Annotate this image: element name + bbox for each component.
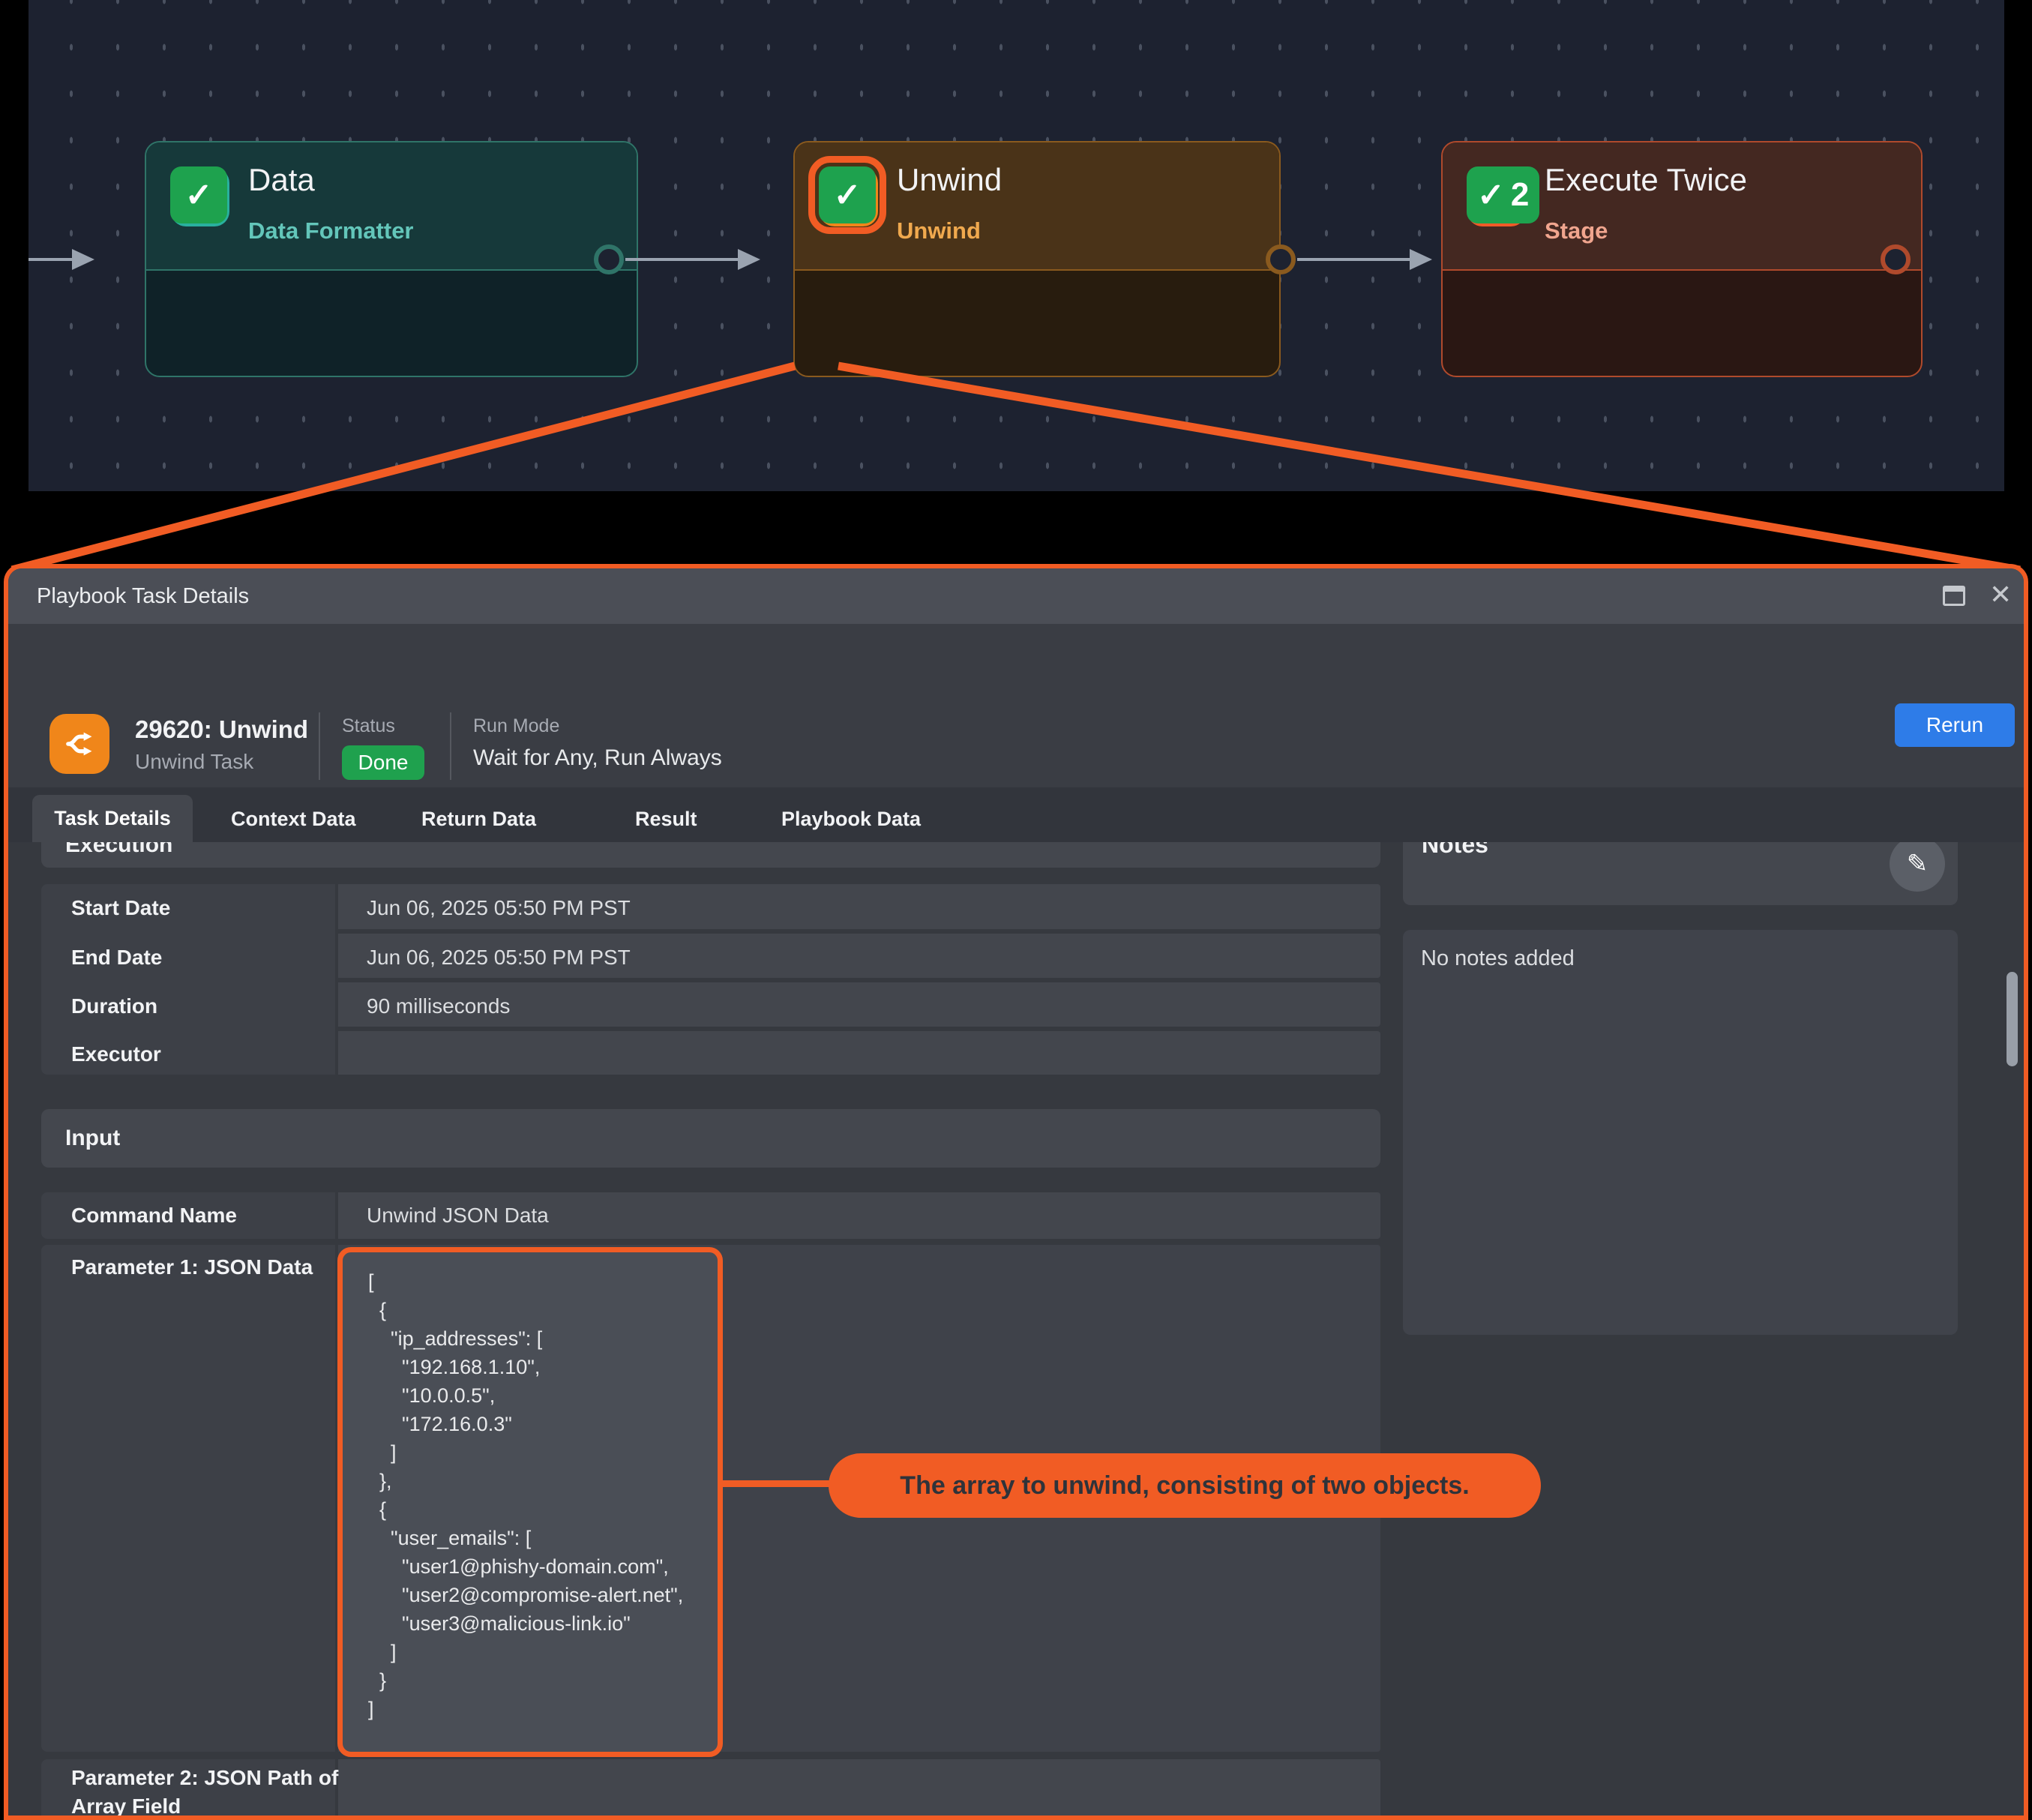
node-title: Data xyxy=(248,162,315,198)
tab-result[interactable]: Result xyxy=(635,808,697,831)
start-date-value: Jun 06, 2025 05:50 PM PST xyxy=(367,896,631,920)
divider xyxy=(450,712,451,780)
edge-arrowhead xyxy=(738,249,760,270)
edge-arrowhead xyxy=(1410,249,1432,270)
edge-data-unwind xyxy=(625,258,745,261)
vertical-scrollbar[interactable] xyxy=(2007,972,2018,1066)
divider xyxy=(319,712,320,780)
tab-task-details[interactable]: Task Details xyxy=(32,795,193,842)
modal-title: Playbook Task Details xyxy=(37,584,249,609)
param1-json-block: [ { "ip_addresses": [ "192.168.1.10", "1… xyxy=(337,1247,723,1757)
callout-connector xyxy=(723,1480,834,1487)
duration-value: 90 milliseconds xyxy=(367,994,510,1018)
command-name-value: Unwind JSON Data xyxy=(367,1204,549,1228)
pencil-icon: ✎ xyxy=(1907,849,1929,879)
node-subtitle: Stage xyxy=(1545,217,1608,244)
task-id-name: 29620: Unwind xyxy=(135,715,308,744)
node-execute-twice[interactable]: » Execute Twice Stage ✓2 xyxy=(1441,141,1923,377)
node-subtitle: Unwind xyxy=(897,217,981,244)
task-type: Unwind Task xyxy=(135,750,253,774)
playbook-task-details-modal: Playbook Task Details ✕ 29620: Unwind Un… xyxy=(4,564,2028,1820)
param1-label-box xyxy=(41,1245,335,1752)
tab-bar: Task Details Context Data Return Data Re… xyxy=(8,787,2024,842)
task-header: 29620: Unwind Unwind Task Status Done Ru… xyxy=(8,624,2024,787)
edge-unwind-exec xyxy=(1297,258,1417,261)
status-label: Status xyxy=(342,715,395,737)
playbook-canvas[interactable]: </> Data Data Formatter ✓ Unwind xyxy=(28,0,2004,491)
task-details-content: Execution Start Date Jun 06, 2025 05:50 … xyxy=(8,842,2024,1816)
branch-icon xyxy=(49,714,109,774)
run-mode-value: Wait for Any, Run Always xyxy=(473,745,722,771)
edge-arrowhead xyxy=(72,249,94,270)
tab-context-data[interactable]: Context Data xyxy=(231,808,356,831)
task-success-badge-highlighted[interactable]: ✓ xyxy=(819,166,876,223)
input-section-heading: Input xyxy=(41,1109,1380,1168)
run-mode-label: Run Mode xyxy=(473,715,559,737)
check-icon: ✓ xyxy=(834,176,862,214)
node-title: Execute Twice xyxy=(1545,162,1747,198)
end-date-label: End Date xyxy=(71,946,162,970)
annotation-callout: The array to unwind, consisting of two o… xyxy=(829,1453,1541,1518)
execution-section-heading: Execution xyxy=(41,842,1380,868)
node-subtitle: Data Formatter xyxy=(248,217,414,244)
modal-titlebar: Playbook Task Details ✕ xyxy=(8,568,2024,624)
notes-panel: No notes added xyxy=(1403,930,1958,1335)
node-unwind[interactable]: Unwind Unwind ✓ xyxy=(793,141,1281,377)
task-success-badge-count[interactable]: ✓2 xyxy=(1467,166,1539,223)
badge-count: 2 xyxy=(1511,176,1529,214)
task-success-badge[interactable]: ✓ xyxy=(170,166,227,223)
output-port[interactable] xyxy=(1881,244,1911,274)
output-port[interactable] xyxy=(1266,244,1296,274)
node-unwind-footer: ✓ xyxy=(795,271,1279,377)
json-code: [ { "ip_addresses": [ "192.168.1.10", "1… xyxy=(368,1267,704,1723)
param2-label: Parameter 2: JSON Path ofArray Field xyxy=(71,1764,338,1816)
param1-label: Parameter 1: JSON Data xyxy=(71,1255,313,1279)
executor-value-box xyxy=(338,1031,1380,1075)
start-date-label: Start Date xyxy=(71,896,170,920)
output-port[interactable] xyxy=(594,244,624,274)
command-name-label: Command Name xyxy=(71,1204,237,1228)
node-data[interactable]: </> Data Data Formatter ✓ xyxy=(145,141,638,377)
duration-label: Duration xyxy=(71,994,157,1018)
notes-empty-text: No notes added xyxy=(1421,946,1575,971)
check-icon: ✓ xyxy=(185,176,213,214)
maximize-icon[interactable] xyxy=(1943,586,1965,606)
node-title: Unwind xyxy=(897,162,1002,198)
check-icon: ✓ xyxy=(1477,176,1505,214)
tab-return-data[interactable]: Return Data xyxy=(421,808,536,831)
node-data-footer: ✓ xyxy=(146,271,637,377)
executor-label: Executor xyxy=(71,1042,161,1066)
notes-heading-text: Notes xyxy=(1422,842,1488,859)
node-exec-footer: ✓2 xyxy=(1443,271,1921,377)
status-badge: Done xyxy=(342,745,424,780)
param2-value-box xyxy=(338,1759,1380,1816)
close-icon[interactable]: ✕ xyxy=(1989,579,2012,610)
rerun-button[interactable]: Rerun xyxy=(1895,703,2015,747)
edge-into-data xyxy=(28,258,72,261)
tab-playbook-data[interactable]: Playbook Data xyxy=(781,808,921,831)
notes-section-heading: Notes xyxy=(1403,842,1958,905)
end-date-value: Jun 06, 2025 05:50 PM PST xyxy=(367,946,631,970)
